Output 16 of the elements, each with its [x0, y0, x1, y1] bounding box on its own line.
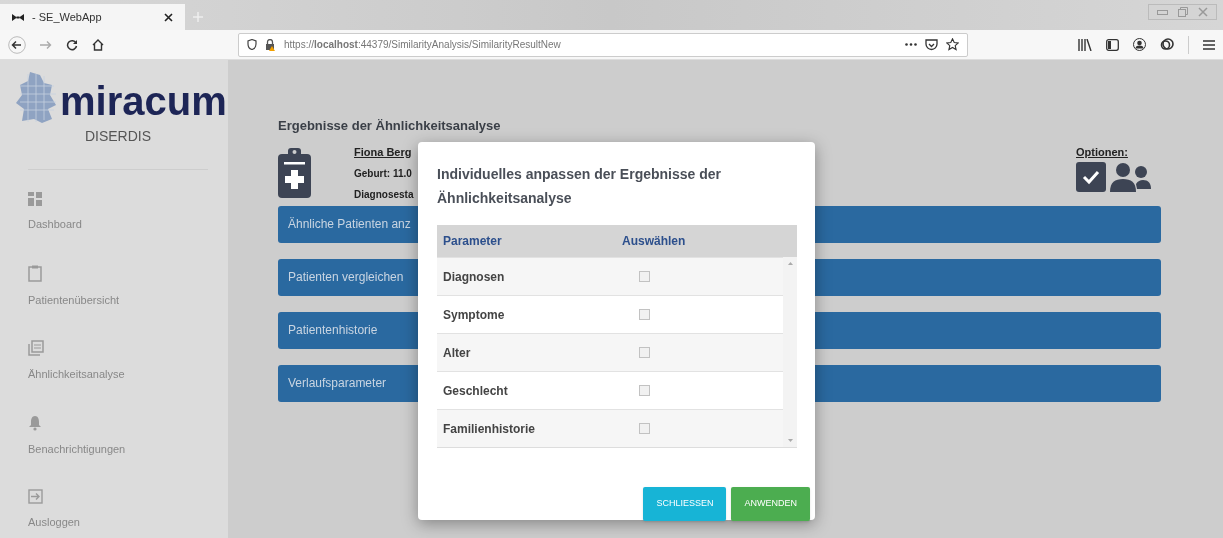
logo-subtitle: DISERDIS	[84, 127, 152, 146]
column-header: Parameter	[442, 233, 503, 250]
parameter-name: Geschlecht	[442, 382, 509, 400]
url-text: https://localhost:44379/SimilarityAnalysis/SimilarityResultNew	[284, 38, 562, 52]
page-title: Ergebnisse der Ähnlichkeitsanalyse	[278, 117, 502, 135]
column-header: Auswählen	[622, 233, 686, 250]
logo-text: miracum	[60, 80, 227, 122]
options-label: Optionen:	[1076, 144, 1128, 160]
diagnosis-status-text: Diagnosesta	[354, 188, 414, 202]
parameter-name: Familienhistorie	[442, 420, 537, 438]
parameter-name: Symptome	[442, 306, 506, 324]
birth-date-text: Geburt: 11.0	[354, 167, 413, 181]
parameter-name: Diagnosen	[442, 268, 506, 286]
parameter-name: Alter	[442, 344, 472, 362]
tab-title: - SE_WebApp	[32, 9, 103, 25]
dialog-title: Individuelles anpassen der Ergebnisse der Ähnlichkeitsanalyse	[437, 165, 722, 208]
